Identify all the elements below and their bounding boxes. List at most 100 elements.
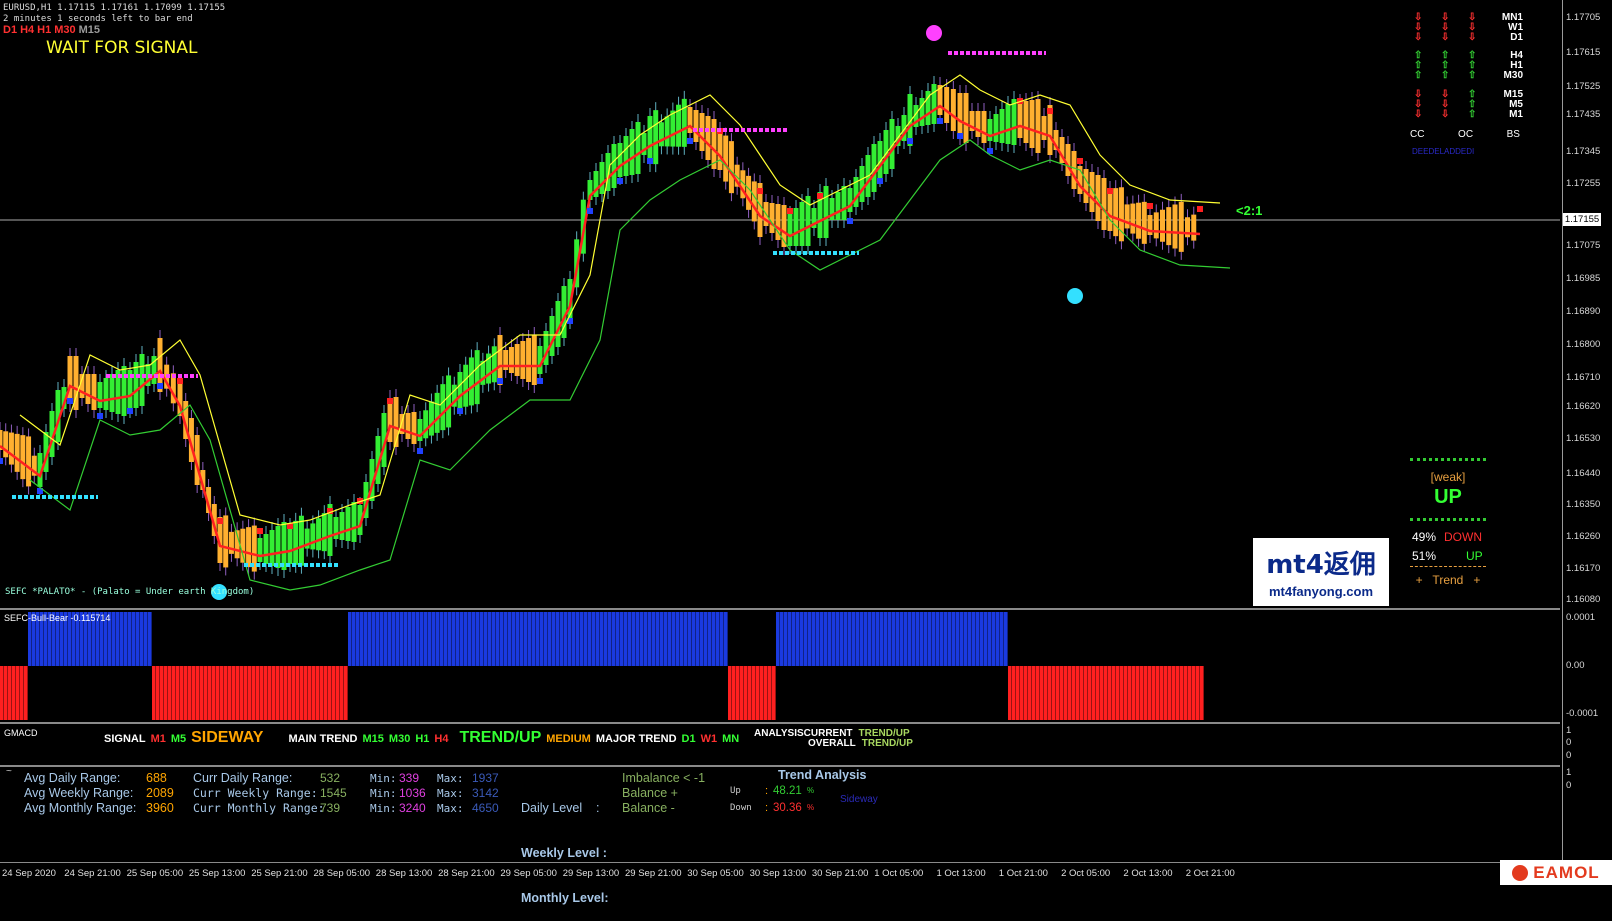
candle-body	[751, 181, 757, 222]
time-tick: 1 Oct 13:00	[936, 868, 986, 879]
curr-weekly-value: 1545	[320, 786, 347, 800]
bull-bar	[640, 612, 644, 666]
bull-bar	[668, 612, 672, 666]
bull-bar	[692, 612, 696, 666]
candle-body	[611, 144, 617, 188]
weekly-level: Balance +	[622, 786, 678, 800]
candle-body	[1041, 116, 1047, 140]
bear-bar	[1180, 666, 1184, 720]
bull-bar	[804, 612, 808, 666]
tf-strip-item: D1	[3, 24, 18, 36]
candle-body	[405, 413, 411, 439]
candle-body	[944, 87, 950, 123]
time-tick: 2 Oct 13:00	[1123, 868, 1173, 879]
bear-bar	[276, 666, 280, 720]
panel-separator[interactable]	[0, 722, 1560, 724]
analysis-label: ANALYSIS	[754, 728, 804, 739]
price-tick: 1.16440	[1566, 468, 1601, 479]
curr-monthly-value: 739	[320, 801, 341, 815]
candle-body	[1029, 100, 1035, 148]
bull-bar	[496, 612, 500, 666]
avg-weekly-value: 2089	[146, 786, 174, 800]
tf-strip-item: H4	[20, 24, 35, 36]
support-dot	[937, 118, 943, 124]
price-chart[interactable]	[0, 0, 1560, 608]
strength-divider-mid	[1410, 518, 1486, 521]
bull-bar	[932, 612, 936, 666]
bull-bar	[132, 612, 136, 666]
support-dot	[647, 158, 653, 164]
bear-bar	[1112, 666, 1116, 720]
max-daily: 1937	[472, 771, 499, 785]
max-label-w: Max:	[437, 787, 464, 800]
bear-bar	[184, 666, 188, 720]
price-tick: 1.16800	[1566, 339, 1601, 350]
down-label: DOWN	[1444, 530, 1482, 544]
resistance-dot	[387, 398, 393, 404]
bear-bar	[1168, 666, 1172, 720]
bull-bar	[660, 612, 664, 666]
down-percent: 49%	[1412, 530, 1437, 544]
down-arrow-icon: ⇩	[1414, 32, 1423, 43]
trend-up-label: Up	[730, 786, 741, 796]
bear-bar	[1184, 666, 1188, 720]
bear-bar	[1108, 666, 1112, 720]
panel-separator[interactable]	[0, 765, 1560, 767]
bull-bar	[924, 612, 928, 666]
bull-bar	[568, 612, 572, 666]
bull-bar	[716, 612, 720, 666]
up-arrow-icon: ⇧	[1441, 70, 1450, 81]
bull-bar	[140, 612, 144, 666]
candle-body	[434, 392, 440, 433]
candle-body	[246, 527, 252, 568]
bull-bar	[984, 612, 988, 666]
level-values: Imbalance < -1 Balance + Balance -	[622, 771, 705, 816]
trend-up-colon: :	[765, 785, 769, 797]
max-labels: Max: Max: Max:	[437, 771, 464, 816]
curr-weekly-label: Curr Weekly Range:	[193, 786, 318, 800]
candle-body	[823, 186, 829, 238]
bull-bar	[608, 612, 612, 666]
avg-daily-label: Avg Daily Range:	[24, 771, 121, 785]
bull-bar	[896, 612, 900, 666]
support-dot	[97, 413, 103, 419]
bull-bar	[888, 612, 892, 666]
bull-bar	[928, 612, 932, 666]
candle-body	[1023, 101, 1029, 143]
bull-bar	[436, 612, 440, 666]
bear-bar	[728, 666, 732, 720]
ranges-menu-icon[interactable]: ~	[6, 766, 12, 777]
time-tick: 1 Oct 21:00	[998, 868, 1048, 879]
signal-status: WAIT FOR SIGNAL	[46, 38, 198, 58]
bull-bar	[972, 612, 976, 666]
support-dot	[877, 178, 883, 184]
major-trend-label: MAJOR TREND	[595, 733, 677, 745]
bull-bear-histogram[interactable]	[0, 610, 1560, 722]
bear-bar	[1052, 666, 1056, 720]
bull-bar	[476, 612, 480, 666]
bull-bar	[428, 612, 432, 666]
avg-daily-value: 688	[146, 771, 167, 785]
support-dot	[67, 398, 73, 404]
bull-bar	[992, 612, 996, 666]
indicator-note: SEFC *PALATO* - (Palato = Under earth Ki…	[5, 587, 255, 597]
bear-bar	[216, 666, 220, 720]
candle-body	[1153, 212, 1159, 239]
bull-bar	[472, 612, 476, 666]
bear-bar	[736, 666, 740, 720]
bear-bar	[1172, 666, 1176, 720]
avg-monthly-label: Avg Monthly Range:	[24, 801, 137, 815]
bull-bar	[360, 612, 364, 666]
bear-bar	[744, 666, 748, 720]
signal-m1: M1	[150, 733, 166, 745]
price-tick: 1.17345	[1566, 146, 1601, 157]
candle-body	[531, 335, 537, 385]
footer-brand: EAMOL	[1500, 860, 1612, 885]
bear-bar	[1064, 666, 1068, 720]
bear-bar	[1040, 666, 1044, 720]
bear-bar	[176, 666, 180, 720]
bear-bar	[268, 666, 272, 720]
bear-bar	[1164, 666, 1168, 720]
min-labels: Min: Min: Min:	[370, 771, 397, 816]
candle-body	[109, 374, 115, 412]
